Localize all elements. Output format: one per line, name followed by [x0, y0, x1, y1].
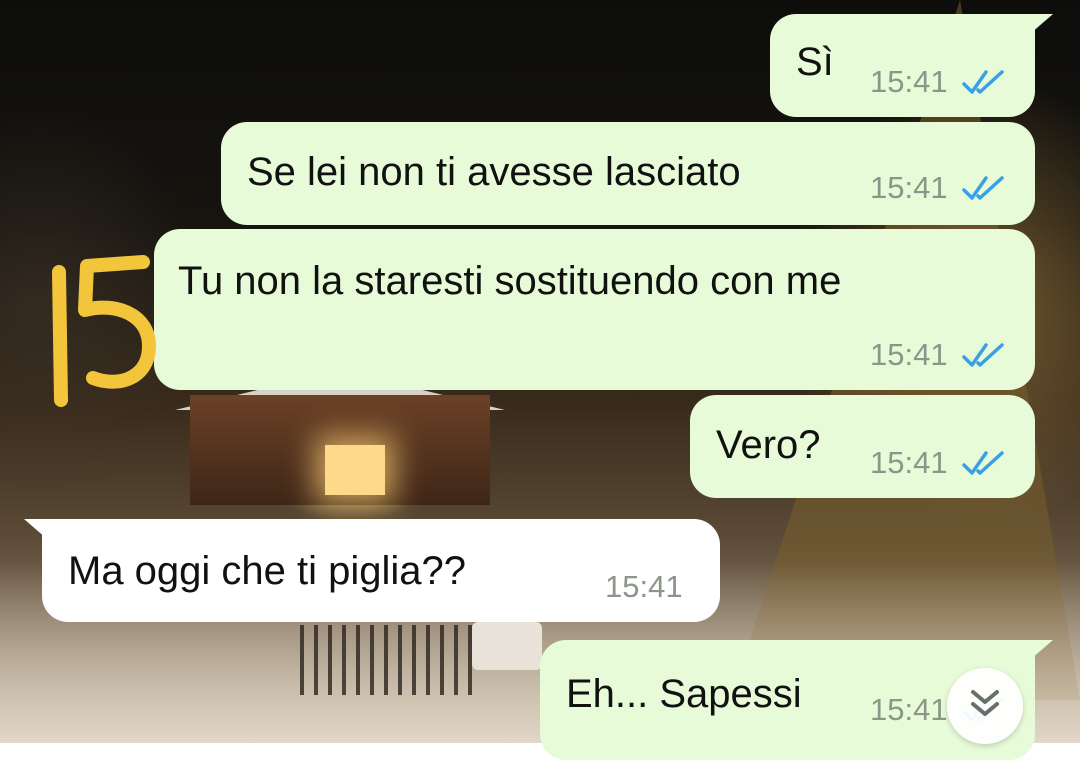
double-check-icon: [961, 68, 1004, 96]
message-text: Vero?: [716, 423, 821, 467]
message-meta: 15:41: [870, 445, 1004, 481]
double-check-icon: [961, 174, 1004, 202]
annotation-digit-1: [52, 265, 68, 407]
message-meta: 15:41: [870, 337, 1004, 373]
message-text: Ma oggi che ti piglia??: [68, 549, 467, 593]
handwritten-annotation: [52, 255, 156, 407]
message-time: 15:41: [870, 170, 948, 205]
wallpaper-cabin-light: [325, 445, 385, 495]
message-time: 15:41: [870, 445, 948, 480]
message-text: Se lei non ti avesse lasciato: [247, 150, 741, 194]
message-meta: 15:41: [870, 170, 1004, 206]
message-text: Sì: [796, 40, 834, 84]
message-meta: 15:41: [605, 569, 683, 605]
chevron-double-down-icon: [967, 688, 1003, 725]
message-bubble-outgoing[interactable]: Tu non la staresti sostituendo con me 15…: [154, 229, 1035, 390]
wallpaper-sign: [472, 622, 542, 670]
message-bubble-outgoing[interactable]: Se lei non ti avesse lasciato 15:41: [221, 122, 1035, 225]
wallpaper-fence: [300, 625, 480, 695]
message-time: 15:41: [870, 337, 948, 372]
message-meta: 15:41: [870, 64, 1004, 100]
message-bubble-outgoing[interactable]: Sì 15:41: [770, 14, 1053, 117]
double-check-icon: [961, 341, 1004, 369]
message-time: 15:41: [870, 64, 948, 99]
scroll-to-bottom-button[interactable]: [947, 668, 1023, 744]
message-text: Eh... Sapessi: [566, 672, 802, 716]
message-bubble-outgoing[interactable]: Vero? 15:41: [690, 395, 1035, 498]
message-bubble-incoming[interactable]: Ma oggi che ti piglia?? 15:41: [24, 519, 720, 622]
annotation-digit-5: [78, 255, 156, 389]
message-time: 15:41: [870, 692, 948, 727]
message-text: Tu non la staresti sostituendo con me: [178, 259, 842, 303]
double-check-icon: [961, 449, 1004, 477]
message-time: 15:41: [605, 569, 683, 604]
